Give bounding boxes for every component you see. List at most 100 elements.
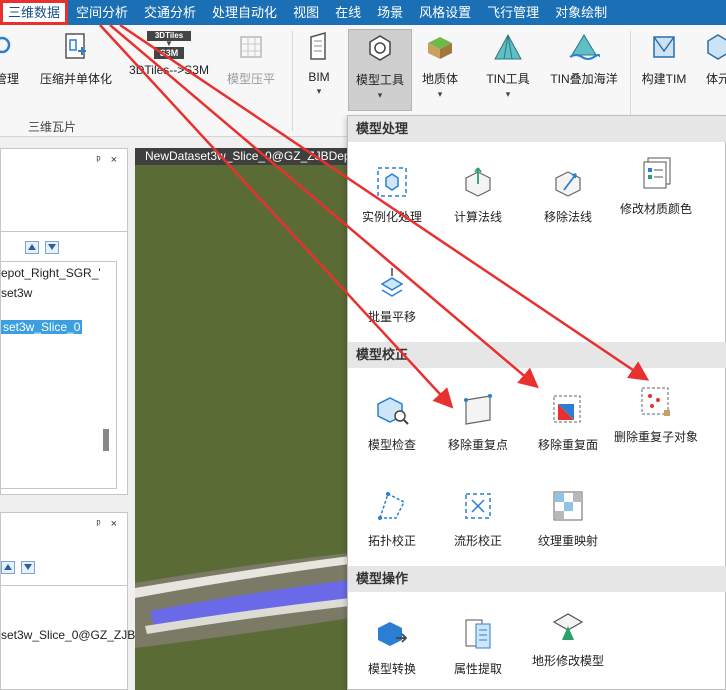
tree-item[interactable]: set3w_Slice_0@GZ_ZJB xyxy=(1,628,135,642)
tiles-badge-bottom: S3M xyxy=(154,47,184,59)
close-icon[interactable]: × xyxy=(111,154,117,166)
menu-tab-scene[interactable]: 场景 xyxy=(369,0,411,25)
section-title-model-operations: 模型操作 xyxy=(348,566,726,592)
bim-label: BIM xyxy=(308,70,330,84)
menu-tab-view[interactable]: 视图 xyxy=(285,0,327,25)
topology-correction-button[interactable]: 拓扑校正 xyxy=(350,488,434,549)
attribute-extract-label: 属性提取 xyxy=(453,662,502,676)
menu-bar: 三维数据 空间分析 交通分析 处理自动化 视图 在线 场景 风格设置 飞行管理 … xyxy=(0,0,726,25)
manage-label: 管理 xyxy=(0,72,19,86)
modify-material-color-label: 修改材质颜色 xyxy=(619,202,692,216)
tin-ocean-label: TIN叠加海洋 xyxy=(550,72,618,86)
attribute-extract-button[interactable]: 属性提取 xyxy=(436,616,520,677)
menu-tab-online[interactable]: 在线 xyxy=(327,0,369,25)
3dtiles-to-s3m-button[interactable]: 3DTiles ▼ S3M 3DTiles-->S3M xyxy=(124,29,214,77)
chevron-down-icon: ▾ xyxy=(505,89,511,99)
move-down-button[interactable] xyxy=(45,241,59,254)
remove-duplicate-subobjects-button[interactable]: 删除重复子对象 xyxy=(614,384,698,445)
panel-header: ᵖ × xyxy=(1,513,127,535)
tim-prism-icon xyxy=(653,36,675,58)
texture-remap-button[interactable]: 纹理重映射 xyxy=(526,488,610,549)
model-tools-button[interactable]: 模型工具 ▾ xyxy=(348,29,412,111)
tree-item[interactable]: set3w xyxy=(1,286,32,300)
duplicate-points-icon xyxy=(464,394,492,425)
model-convert-label: 模型转换 xyxy=(367,662,416,676)
chevron-down-icon: ▾ xyxy=(316,86,322,96)
terrain-modify-model-button[interactable]: 地形修改模型 xyxy=(526,608,610,669)
voxel-label: 体元 xyxy=(705,72,726,86)
batch-translate-button[interactable]: 批量平移 xyxy=(350,264,434,325)
geology-label: 地质体 xyxy=(421,72,458,86)
topology-icon xyxy=(378,492,406,520)
model-tools-icon xyxy=(369,35,391,61)
menu-tab-3d-data[interactable]: 三维数据 xyxy=(0,0,69,25)
remove-duplicate-subobjects-label: 删除重复子对象 xyxy=(614,430,699,444)
compute-normals-label: 计算法线 xyxy=(453,210,502,224)
attribute-extract-icon xyxy=(465,619,491,649)
left-panel-top: ᵖ × epot_Right_SGR_' set3w set3w_Slice_0 xyxy=(0,148,128,495)
topology-correction-label: 拓扑校正 xyxy=(367,534,416,548)
model-check-label: 模型检查 xyxy=(367,438,416,452)
batch-translate-icon xyxy=(380,268,404,297)
model-flatten-button[interactable]: 模型压平 xyxy=(218,29,284,87)
bim-button[interactable]: BIM ▾ xyxy=(298,29,340,97)
compress-button[interactable]: 压缩并单体化 xyxy=(34,29,118,87)
model-convert-button[interactable]: 模型转换 xyxy=(350,616,434,677)
tin-tools-button[interactable]: TIN工具 ▾ xyxy=(478,29,538,100)
model-tools-label: 模型工具 xyxy=(355,73,404,87)
menu-tab-spatial-analysis[interactable]: 空间分析 xyxy=(68,0,136,25)
build-tim-label: 构建TIM xyxy=(641,72,687,86)
compress-label: 压缩并单体化 xyxy=(39,72,112,86)
layer-tree: epot_Right_SGR_' set3w set3w_Slice_0 xyxy=(1,261,117,489)
menu-tab-draw[interactable]: 对象绘制 xyxy=(547,0,615,25)
pin-icon[interactable]: ᵖ xyxy=(96,518,100,530)
voxel-cube-icon xyxy=(707,34,726,60)
duplicate-subobjects-icon xyxy=(641,387,670,416)
compute-normals-icon xyxy=(465,167,491,197)
instancing-icon xyxy=(377,167,407,197)
remove-duplicate-points-label: 移除重复点 xyxy=(447,438,508,452)
manifold-correction-label: 流形校正 xyxy=(453,534,502,548)
model-convert-icon xyxy=(378,622,408,646)
voxel-button[interactable]: 体元 xyxy=(698,29,726,87)
move-up-button[interactable] xyxy=(25,241,39,254)
menu-tab-automation[interactable]: 处理自动化 xyxy=(204,0,285,25)
tin-mountain-icon xyxy=(494,33,522,60)
move-down-button[interactable] xyxy=(21,561,35,574)
texture-remap-label: 纹理重映射 xyxy=(537,534,598,548)
model-check-button[interactable]: 模型检查 xyxy=(350,392,434,453)
tin-ocean-button[interactable]: TIN叠加海洋 xyxy=(542,29,626,87)
menu-tab-flight[interactable]: 飞行管理 xyxy=(479,0,547,25)
scrollbar-thumb[interactable] xyxy=(103,429,109,451)
section-title-model-correction: 模型校正 xyxy=(348,342,726,368)
chevron-down-icon: ▾ xyxy=(377,90,383,100)
material-palette-icon xyxy=(643,157,671,189)
manifold-icon xyxy=(465,493,491,519)
geology-cube-icon xyxy=(428,37,452,59)
remove-duplicate-points-button[interactable]: 移除重复点 xyxy=(436,392,520,453)
geology-button[interactable]: 地质体 ▾ xyxy=(416,29,464,100)
3dtiles-label: 3DTiles-->S3M xyxy=(129,63,209,77)
tiles-badge-icon: 3DTiles ▼ S3M xyxy=(147,31,191,59)
remove-duplicate-faces-button[interactable]: 移除重复面 xyxy=(526,392,610,453)
remove-normals-label: 移除法线 xyxy=(543,210,592,224)
menu-tab-traffic-analysis[interactable]: 交通分析 xyxy=(136,0,204,25)
remove-duplicate-faces-label: 移除重复面 xyxy=(537,438,598,452)
left-panel-bottom: ᵖ × set3w_Slice_0@GZ_ZJB xyxy=(0,512,135,690)
viewport-tab[interactable]: NewDataset3w_Slice_0@GZ_ZJBDep xyxy=(135,148,355,165)
close-icon[interactable]: × xyxy=(111,518,117,530)
manifold-correction-button[interactable]: 流形校正 xyxy=(436,488,520,549)
remove-normals-button[interactable]: 移除法线 xyxy=(526,164,610,225)
duplicate-faces-icon xyxy=(553,395,581,423)
move-up-button[interactable] xyxy=(1,561,15,574)
group-label-3d-tiles: 三维瓦片 xyxy=(28,120,77,134)
build-tim-button[interactable]: 构建TIM xyxy=(636,29,692,87)
manage-button[interactable]: 管理 xyxy=(0,29,22,87)
instancing-button[interactable]: 实例化处理 xyxy=(350,164,434,225)
tree-item[interactable]: epot_Right_SGR_' xyxy=(1,266,101,280)
tree-item-selected[interactable]: set3w_Slice_0 xyxy=(1,320,83,334)
compute-normals-button[interactable]: 计算法线 xyxy=(436,164,520,225)
modify-material-color-button[interactable]: 修改材质颜色 xyxy=(614,156,698,217)
pin-icon[interactable]: ᵖ xyxy=(96,154,100,166)
menu-tab-style[interactable]: 风格设置 xyxy=(411,0,479,25)
